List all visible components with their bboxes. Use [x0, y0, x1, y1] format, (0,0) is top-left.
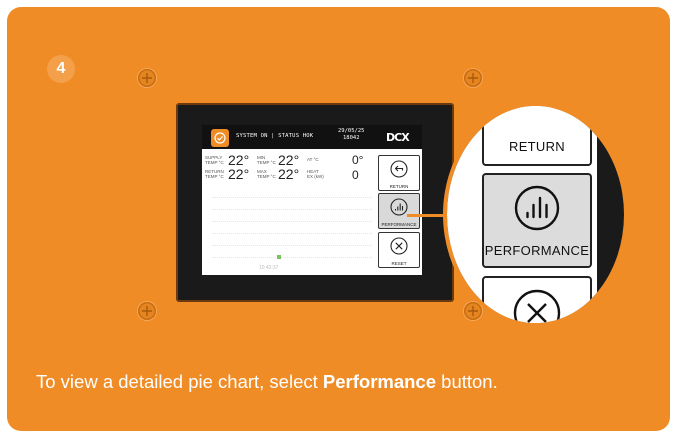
- datetime: 29/05/25 18042: [338, 128, 365, 142]
- instruction-caption: To view a detailed pie chart, select Per…: [36, 371, 498, 393]
- supply-label: SUPPLY TEMP °C: [205, 155, 224, 165]
- step-badge: 4: [47, 55, 75, 83]
- zoom-content: RETURN PERFORMANCE: [447, 106, 624, 323]
- brand-logo: DCX: [386, 131, 410, 144]
- zoom-performance-icon: [513, 184, 561, 237]
- supply-temp: 22°: [228, 152, 250, 168]
- zoom-performance-button: PERFORMANCE: [482, 173, 592, 268]
- graph-point: [277, 255, 281, 259]
- screw-icon: [138, 69, 156, 87]
- grid-line: [212, 209, 372, 210]
- return-temp: 22°: [228, 166, 250, 182]
- max-temp: 22°: [278, 166, 300, 182]
- graph-time: 10:42:37: [259, 265, 279, 271]
- status-text: SYSTEM ON | STATUS HOK: [236, 133, 314, 139]
- zoom-return-button: RETURN: [482, 106, 592, 166]
- reset-button[interactable]: RESET: [378, 232, 420, 268]
- grid-line: [212, 221, 372, 222]
- screw-icon: [138, 302, 156, 320]
- zoom-callout: RETURN PERFORMANCE: [443, 102, 628, 327]
- at-label: AT °C: [307, 157, 319, 162]
- reset-icon: [390, 237, 408, 260]
- caption-emphasis: Performance: [322, 371, 437, 392]
- instruction-card: 4 SYSTEM ON | STATUS HOK 29/05/25 18042 …: [7, 7, 670, 431]
- max-label: MAX TEMP °C: [257, 169, 276, 179]
- device-screen: SYSTEM ON | STATUS HOK 29/05/25 18042 DC…: [202, 125, 422, 275]
- screen-header: SYSTEM ON | STATUS HOK 29/05/25 18042 DC…: [202, 125, 422, 149]
- reset-button-label: RESET: [391, 261, 407, 266]
- screw-icon: [464, 69, 482, 87]
- time: 18042: [342, 135, 360, 141]
- grid-line: [212, 245, 372, 246]
- return-icon: [390, 160, 408, 183]
- at-value: 0°: [352, 153, 364, 167]
- grid-line: [212, 233, 372, 234]
- caption-text: To view a detailed pie chart, select: [36, 371, 323, 392]
- performance-button[interactable]: PERFORMANCE: [378, 193, 420, 229]
- callout-connector: [407, 214, 447, 217]
- performance-icon: [390, 198, 408, 221]
- return-button[interactable]: RETURN: [378, 155, 420, 191]
- heat-value: 0: [352, 168, 359, 182]
- grid-line: [212, 257, 372, 258]
- heat-label: HEAT EX (kW): [307, 169, 324, 179]
- min-label: MIN TEMP °C: [257, 155, 276, 165]
- caption-text-end: button.: [436, 371, 498, 392]
- return-button-label: RETURN: [389, 184, 409, 189]
- trend-graph: 10:42:37: [204, 195, 374, 273]
- min-temp: 22°: [278, 152, 300, 168]
- return-label: RETURN TEMP °C: [205, 169, 224, 179]
- grid-line: [212, 197, 372, 198]
- performance-button-label: PERFORMANCE: [381, 222, 417, 227]
- date: 29/05/25: [338, 128, 365, 134]
- check-icon: [211, 129, 229, 147]
- zoom-reset-button: [482, 276, 592, 323]
- zoom-reset-icon: [512, 288, 562, 323]
- zoom-performance-label: PERFORMANCE: [484, 242, 590, 258]
- zoom-return-label: RETURN: [509, 139, 565, 154]
